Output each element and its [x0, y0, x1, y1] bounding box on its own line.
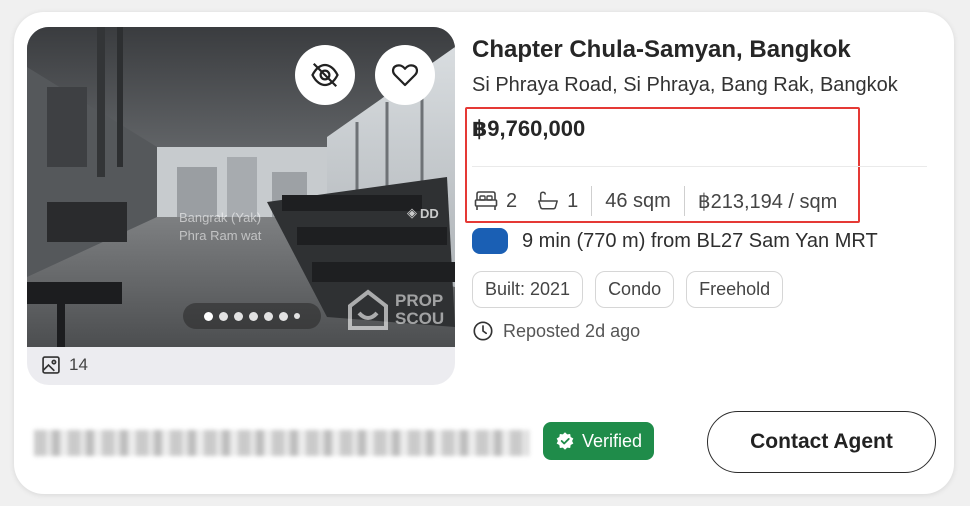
listing-tags: Built: 2021 Condo Freehold: [472, 271, 784, 308]
hide-listing-button[interactable]: [295, 45, 355, 105]
mrt-line-badge: [472, 228, 508, 254]
tag-tenure: Freehold: [686, 271, 784, 308]
dd-watermark: ◈ DD: [407, 205, 439, 221]
spec-separator: [591, 186, 593, 216]
listing-title[interactable]: Chapter Chula-Samyan, Bangkok: [472, 36, 851, 64]
verified-badge: Verified: [543, 422, 655, 460]
property-scout-watermark: PROP SCOU: [347, 289, 455, 331]
bathrooms-count: 1: [567, 189, 579, 212]
area-spec: 46 sqm: [605, 189, 671, 212]
heart-icon: [391, 64, 419, 87]
listing-price: ฿9,760,000: [472, 116, 586, 141]
carousel-dot[interactable]: [234, 311, 243, 321]
clock-icon: [473, 321, 493, 341]
carousel-dot[interactable]: [249, 311, 258, 321]
reposted-info: Reposted 2d ago: [472, 320, 640, 342]
listing-photo[interactable]: Bangrak (Yak) Phra Ram wat ◈ DD PROP SCO…: [27, 27, 455, 347]
bedrooms-count: 2: [506, 189, 518, 212]
bathtub-icon: [538, 191, 559, 210]
carousel-dots[interactable]: [183, 303, 321, 329]
agent-name-redacted: [34, 430, 529, 456]
carousel-dot[interactable]: [204, 311, 213, 321]
photo-count-value: 14: [69, 355, 88, 374]
contact-agent-button[interactable]: Contact Agent: [707, 411, 936, 473]
bed-icon: [474, 191, 498, 210]
tag-built: Built: 2021: [472, 271, 584, 308]
photo-location-overlay: Bangrak (Yak) Phra Ram wat: [179, 210, 262, 243]
verified-badge-icon: [556, 432, 574, 450]
verified-label: Verified: [582, 430, 643, 451]
photo-count[interactable]: 14: [41, 355, 88, 375]
transit-text: 9 min (770 m) from BL27 Sam Yan MRT: [522, 229, 878, 252]
spec-separator: [683, 186, 685, 216]
photo-carousel[interactable]: Bangrak (Yak) Phra Ram wat ◈ DD PROP SCO…: [27, 27, 455, 385]
bathrooms-spec: 1: [537, 190, 578, 213]
carousel-dot[interactable]: [294, 313, 300, 319]
dd-logo-icon: ◈: [407, 205, 417, 220]
eye-off-icon: [311, 62, 339, 88]
transit-info: 9 min (770 m) from BL27 Sam Yan MRT: [472, 228, 878, 254]
listing-address: Si Phraya Road, Si Phraya, Bang Rak, Ban…: [472, 74, 898, 96]
property-scout-logo-icon: [348, 289, 388, 330]
bedrooms-spec: 2: [474, 190, 517, 213]
listing-card[interactable]: Bangrak (Yak) Phra Ram wat ◈ DD PROP SCO…: [14, 12, 954, 494]
reposted-text: Reposted 2d ago: [503, 320, 641, 341]
divider: [472, 166, 927, 167]
carousel-dot[interactable]: [279, 311, 288, 321]
tag-property-type: Condo: [595, 271, 675, 308]
image-icon: [42, 356, 60, 374]
carousel-dot[interactable]: [219, 311, 228, 321]
listing-specs: 2 1 46 sqm ฿213,194 / sqm: [474, 186, 837, 216]
carousel-dot[interactable]: [264, 311, 273, 321]
price-per-sqm: ฿213,194 / sqm: [697, 190, 838, 213]
favorite-button[interactable]: [375, 45, 435, 105]
